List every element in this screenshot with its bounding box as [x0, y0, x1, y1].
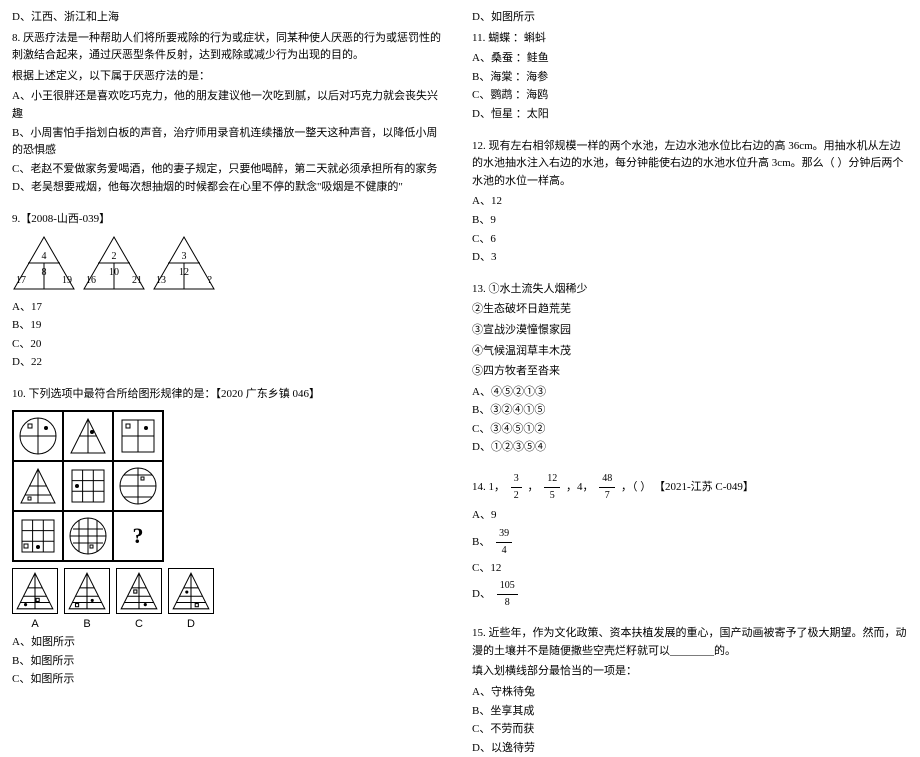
q9-title: 9.【2008-山西-039】: [12, 211, 448, 229]
q8-stem1: 8. 厌恶疗法是一种帮助人们将所要戒除的行为或症状，同某种使人厌恶的行为或惩罚性…: [12, 30, 448, 65]
q12-opt-b: B、9: [472, 212, 908, 230]
q9-opt-a: A、17: [12, 299, 448, 317]
q8-opt-d: D、老吴想要戒烟，他每次想抽烟的时候都会在心里不停的默念"吸烟是不健康的": [12, 179, 448, 197]
tri1-br: 19: [62, 275, 72, 286]
q10-title: 10. 下列选项中最符合所给图形规律的是：【2020 广东乡镇 046】: [12, 386, 448, 404]
q10-opt-d: D、如图所示: [472, 9, 908, 27]
q15-opt-a: A、守株待兔: [472, 684, 908, 702]
q13-l1: 13. ①水土流失人烟稀少: [472, 281, 908, 299]
q9-opt-d: D、22: [12, 354, 448, 372]
prev-option-d: D、江西、浙江和上海: [12, 9, 448, 27]
q13-opt-d: D、①②③⑤④: [472, 439, 908, 457]
f1d: 2: [511, 488, 522, 504]
bd: 4: [496, 543, 512, 559]
q8-stem2: 根据上述定义，以下属于厌恶疗法的是：: [12, 68, 448, 86]
q9-opt-b: B、19: [12, 317, 448, 335]
q13-l4: ④气候温润草丰木茂: [472, 343, 908, 361]
q10-opt-c: C、如图所示: [12, 671, 448, 689]
q13-opt-b: B、③②④①⑤: [472, 402, 908, 420]
q13-opt-a: A、④⑤②①③: [472, 384, 908, 402]
tri1-bl: 17: [16, 275, 26, 286]
question-12: 12. 现有左右相邻规模一样的两个水池，左边水池水位比右边的高 36cm。用抽水…: [472, 138, 908, 267]
bpre: B、: [472, 536, 490, 548]
tri3-top: 3: [152, 249, 216, 265]
q10-opt-a: A、如图所示: [12, 634, 448, 652]
question-14: 14. 1， 32 ， 125 ，4， 487 ，（ ） 【2021-江苏 C-…: [472, 471, 908, 611]
s3: ，（ ）: [621, 481, 651, 493]
tri3-bl: 13: [156, 275, 166, 286]
tri2-br: 21: [132, 275, 142, 286]
q11-opt-b: B、海棠 ：海参: [472, 69, 908, 87]
s2: ，4，: [566, 481, 594, 493]
q15-opt-c: C、不劳而获: [472, 721, 908, 739]
s1: ，: [528, 481, 539, 493]
question-10: 10. 下列选项中最符合所给图形规律的是：【2020 广东乡镇 046】 ? A…: [12, 386, 448, 689]
q11-opt-a: A、桑蚕 ：鲑鱼: [472, 50, 908, 68]
q12-opt-c: C、6: [472, 231, 908, 249]
f2d: 5: [544, 488, 560, 504]
bn: 39: [496, 526, 512, 543]
dd: 8: [497, 595, 518, 611]
q14-opt-c: C、12: [472, 560, 908, 578]
question-9: 9.【2008-山西-039】 4 8 17 19 2 10 16 21 3 1…: [12, 211, 448, 372]
q14-tag: 【2021-江苏 C-049】: [654, 481, 754, 493]
question-15: 15. 近些年，作为文化政策、资本扶植发展的重心，国产动画被寄予了极大期望。然而…: [472, 625, 908, 757]
ans-d-label: D: [168, 616, 214, 634]
q13-l5: ⑤四方牧者至沓来: [472, 363, 908, 381]
f3n: 48: [599, 471, 615, 488]
q12-opt-a: A、12: [472, 193, 908, 211]
f3d: 7: [599, 488, 615, 504]
q10-matrix: ?: [12, 410, 164, 562]
ans-b-label: B: [64, 616, 110, 634]
q9-opt-c: C、20: [12, 336, 448, 354]
q14-opt-d: D、 1058: [472, 578, 908, 611]
q8-opt-c: C、老赵不爱做家务爱喝酒，他的妻子规定，只要他喝醉，第二天就必须承担所有的家务: [12, 161, 448, 179]
q15-inst: 填入划横线部分最恰当的一项是：: [472, 663, 908, 681]
dn: 105: [497, 578, 518, 595]
q14-opt-b: B、 394: [472, 526, 908, 559]
q10-opt-b: B、如图所示: [12, 653, 448, 671]
f2n: 12: [544, 471, 560, 488]
question-13: 13. ①水土流失人烟稀少 ②生态破坏日趋荒芜 ③宣战沙漠憧憬家园 ④气候温润草…: [472, 281, 908, 457]
qmark-icon: ?: [133, 518, 144, 553]
q15-opt-b: B、坐享其成: [472, 703, 908, 721]
question-11: 11. 蝴蝶 ：蝌蚪 A、桑蚕 ：鲑鱼 B、海棠 ：海参 C、鹦鹉 ：海鸥 D、…: [472, 30, 908, 124]
tri1-top: 4: [12, 249, 76, 265]
q11-opt-c: C、鹦鹉 ：海鸥: [472, 87, 908, 105]
q13-l3: ③宣战沙漠憧憬家园: [472, 322, 908, 340]
q15-opt-d: D、以逸待劳: [472, 740, 908, 757]
f1n: 3: [511, 471, 522, 488]
q13-l2: ②生态破坏日趋荒芜: [472, 301, 908, 319]
tri3-br: ?: [208, 275, 212, 286]
tri2-top: 2: [82, 249, 146, 265]
q13-opt-c: C、③④⑤①②: [472, 421, 908, 439]
q14-seq: 14. 1， 32 ， 125 ，4， 487 ，（ ） 【2021-江苏 C-…: [472, 471, 908, 504]
dpre: D、: [472, 588, 491, 600]
q11-opt-d: D、恒星 ：太阳: [472, 106, 908, 124]
question-8: 8. 厌恶疗法是一种帮助人们将所要戒除的行为或症状，同某种使人厌恶的行为或惩罚性…: [12, 30, 448, 197]
q11-title: 11. 蝴蝶 ：蝌蚪: [472, 30, 908, 48]
q8-opt-a: A、小王很胖还是喜欢吃巧克力，他的朋友建议他一次吃到腻，以后对巧克力就会丧失兴趣: [12, 88, 448, 123]
ans-a-label: A: [12, 616, 58, 634]
q14-opt-a: A、9: [472, 507, 908, 525]
q14-n1: 1，: [489, 481, 506, 493]
q14-pre: 14.: [472, 481, 486, 493]
q12-opt-d: D、3: [472, 249, 908, 267]
tri2-bl: 16: [86, 275, 96, 286]
q10-answers: A B C D: [12, 568, 448, 634]
ans-c-label: C: [116, 616, 162, 634]
q9-figure: 4 8 17 19 2 10 16 21 3 12 13 ?: [12, 235, 448, 291]
q12-stem: 12. 现有左右相邻规模一样的两个水池，左边水池水位比右边的高 36cm。用抽水…: [472, 138, 908, 191]
q15-stem: 15. 近些年，作为文化政策、资本扶植发展的重心，国产动画被寄予了极大期望。然而…: [472, 625, 908, 660]
q8-opt-b: B、小周害怕手指划白板的声音，治疗师用录音机连续播放一整天这种声音，以降低小周的…: [12, 125, 448, 160]
